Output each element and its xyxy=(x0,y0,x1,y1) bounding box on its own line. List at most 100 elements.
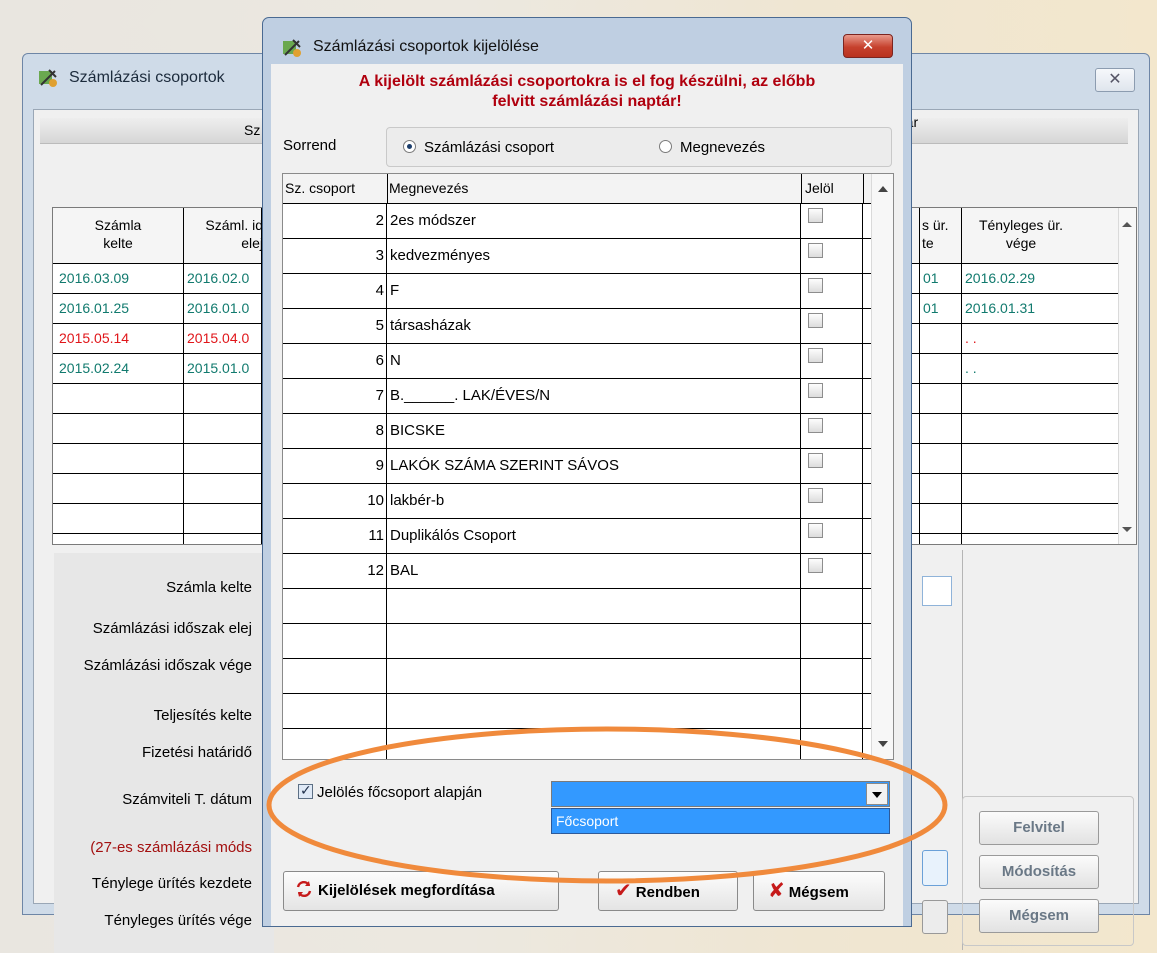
modositas-button[interactable]: Módosítás xyxy=(979,855,1099,889)
sort-label: Sorrend xyxy=(283,137,337,154)
group-name: BICSKE xyxy=(387,414,801,448)
mark-cell xyxy=(801,414,863,448)
header-szaml-idoszak-2: elej xyxy=(241,235,263,251)
table-row[interactable]: 5 társasházak xyxy=(283,309,873,344)
sort-radio-group: Számlázási csoport Megnevezés xyxy=(386,127,892,167)
megsem-background-button[interactable]: Mégsem xyxy=(979,899,1099,933)
label-idoszak-vege: Számlázási időszak vége xyxy=(83,657,252,674)
empty-row xyxy=(283,694,873,729)
background-grid-scrollbar[interactable] xyxy=(1118,208,1136,544)
scroll-up-icon[interactable] xyxy=(1122,222,1132,227)
background-input-field[interactable] xyxy=(922,576,952,606)
empty-row xyxy=(283,729,873,759)
cancel-button[interactable]: ✘ Mégsem xyxy=(753,871,885,911)
mark-cell xyxy=(801,239,863,273)
mark-cell xyxy=(801,344,863,378)
table-row[interactable]: 8 BICSKE xyxy=(283,414,873,449)
label-idoszak-eleje: Számlázási időszak elej xyxy=(92,620,252,637)
dialog-client: A kijelölt számlázási csoportokra is el … xyxy=(271,64,903,926)
table-row[interactable]: 9 LAKÓK SZÁMA SZERINT SÁVOS xyxy=(283,449,873,484)
grid-scrollbar[interactable] xyxy=(871,174,893,759)
col-header-name[interactable]: Megnevezés xyxy=(389,180,468,196)
table-row[interactable]: 2 2es módszer xyxy=(283,204,873,239)
mark-cell xyxy=(801,309,863,343)
dialog-title: Számlázási csoportok kijelölése xyxy=(313,38,539,55)
x-mark-icon: ✘ xyxy=(768,880,785,902)
invert-selection-button[interactable]: Kijelölések megfordítása xyxy=(283,871,559,911)
radio-sort-by-group[interactable]: Számlázási csoport xyxy=(403,139,554,156)
row-checkbox[interactable] xyxy=(808,348,823,363)
refresh-icon xyxy=(294,872,314,910)
row-checkbox[interactable] xyxy=(808,523,823,538)
label-fizetesi-hatarido: Fizetési határidő xyxy=(141,744,252,761)
group-number: 9 xyxy=(283,449,387,483)
felvitel-button[interactable]: Felvitel xyxy=(979,811,1099,845)
main-group-checkbox[interactable]: Jelölés főcsoport alapján xyxy=(298,782,482,801)
ok-button[interactable]: ✔ Rendben xyxy=(598,871,738,911)
empty-row xyxy=(283,624,873,659)
scroll-up-icon[interactable] xyxy=(878,186,888,192)
group-name: társasházak xyxy=(387,309,801,343)
group-number: 6 xyxy=(283,344,387,378)
group-number: 2 xyxy=(283,204,387,238)
billing-groups-grid[interactable]: Sz. csoport Megnevezés Jelöl 2 2es módsze… xyxy=(282,173,894,760)
scroll-down-icon[interactable] xyxy=(1122,527,1132,532)
row-checkbox[interactable] xyxy=(808,453,823,468)
group-name: BAL xyxy=(387,554,801,588)
table-row[interactable]: 12 BAL xyxy=(283,554,873,589)
header-tenyleges-kezdete-1: s ür. xyxy=(922,217,949,233)
background-close-button[interactable]: ✕ xyxy=(1095,68,1135,92)
header-szamla-kelte-1: Számla xyxy=(94,217,142,233)
table-row[interactable]: 7 B.______. LAK/ÉVES/N xyxy=(283,379,873,414)
scroll-down-icon[interactable] xyxy=(878,741,888,747)
label-szamviteli-datum: Számviteli T. dátum xyxy=(122,791,252,808)
row-checkbox[interactable] xyxy=(808,313,823,328)
row-checkbox[interactable] xyxy=(808,383,823,398)
col-header-group[interactable]: Sz. csoport xyxy=(285,180,355,196)
row-checkbox[interactable] xyxy=(808,558,823,573)
main-group-select[interactable] xyxy=(551,781,890,807)
table-row[interactable]: 4F xyxy=(283,274,873,309)
group-number: 5 xyxy=(283,309,387,343)
chevron-down-icon[interactable] xyxy=(866,783,888,805)
row-checkbox[interactable] xyxy=(808,418,823,433)
label-urites-vege: Tényleges ürítés vége xyxy=(104,912,252,929)
background-hidden-button-2[interactable] xyxy=(922,900,948,934)
table-row[interactable]: 6N xyxy=(283,344,873,379)
app-icon xyxy=(39,69,57,87)
row-checkbox[interactable] xyxy=(808,278,823,293)
app-icon xyxy=(283,39,301,57)
label-27-es-mod: (27-es számlázási móds xyxy=(90,839,252,856)
select-billing-groups-dialog: Számlázási csoportok kijelölése ✕ A kije… xyxy=(262,17,912,927)
label-teljesites-kelte: Teljesítés kelte xyxy=(153,707,252,724)
group-name: B.______. LAK/ÉVES/N xyxy=(387,379,801,413)
dialog-close-button[interactable]: ✕ xyxy=(843,34,893,58)
group-number: 3 xyxy=(283,239,387,273)
mark-cell xyxy=(801,449,863,483)
empty-row xyxy=(283,589,873,624)
col-header-mark[interactable]: Jelöl xyxy=(805,180,834,196)
background-window-title: Számlázási csoportok xyxy=(69,69,225,86)
header-tenyleges-kezdete-2: te xyxy=(922,235,934,251)
row-checkbox[interactable] xyxy=(808,208,823,223)
mark-cell xyxy=(801,554,863,588)
checkmark-icon: ✔ xyxy=(615,880,632,902)
mark-cell xyxy=(801,204,863,238)
background-hidden-button[interactable] xyxy=(922,850,948,886)
group-number: 10 xyxy=(283,484,387,518)
group-name: lakbér-b xyxy=(387,484,801,518)
group-number: 12 xyxy=(283,554,387,588)
table-row[interactable]: 11 Duplikálós Csoport xyxy=(283,519,873,554)
mark-cell xyxy=(801,484,863,518)
group-name: N xyxy=(387,344,801,378)
checkbox-checked-icon xyxy=(298,782,313,799)
group-number: 7 xyxy=(283,379,387,413)
grid-header: Sz. csoport Megnevezés Jelöl xyxy=(283,174,873,204)
row-checkbox[interactable] xyxy=(808,488,823,503)
group-number: 4 xyxy=(283,274,387,308)
table-row[interactable]: 3 kedvezményes xyxy=(283,239,873,274)
table-row[interactable]: 10 lakbér-b xyxy=(283,484,873,519)
dropdown-option-focsoport[interactable]: Főcsoport xyxy=(551,808,890,834)
row-checkbox[interactable] xyxy=(808,243,823,258)
radio-sort-by-name[interactable]: Megnevezés xyxy=(659,139,765,156)
